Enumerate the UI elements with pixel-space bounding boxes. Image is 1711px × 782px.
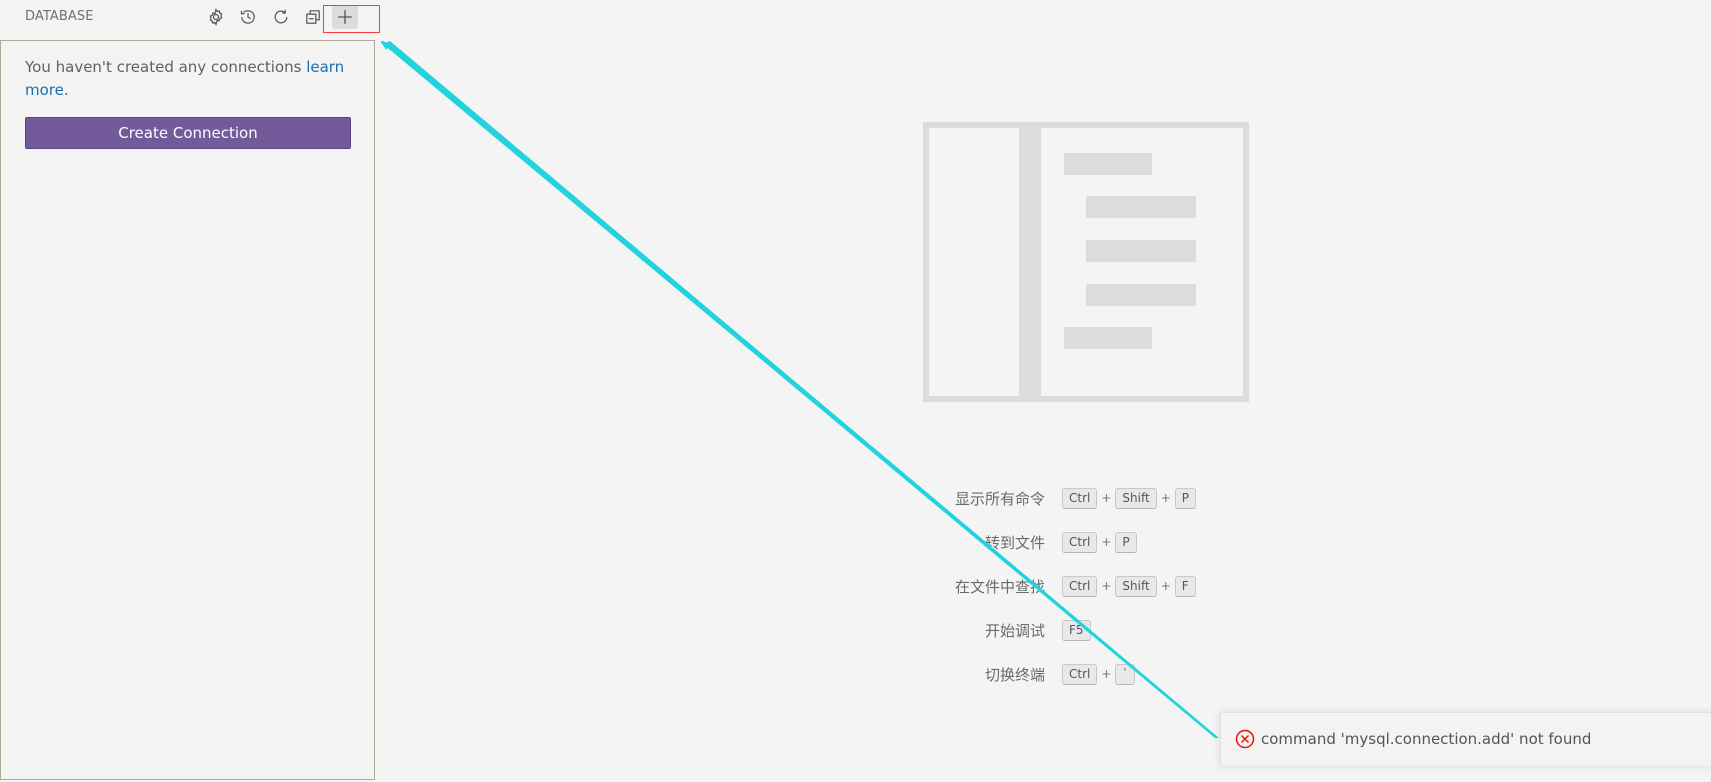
sidebar-header: DATABASE — [0, 0, 380, 36]
collapse-all-icon — [306, 10, 320, 24]
key-cap: Shift — [1115, 575, 1157, 597]
key-cap: F5 — [1062, 619, 1091, 641]
collapse-all-button[interactable] — [300, 5, 326, 29]
shortcut-row[interactable]: 显示所有命令 Ctrl + Shift + P — [850, 476, 1350, 520]
key-cap: Ctrl — [1062, 531, 1098, 553]
shortcut-label: 显示所有命令 — [954, 489, 1045, 508]
key-cap: P — [1174, 487, 1197, 509]
key-cap: P — [1115, 531, 1137, 553]
key-separator: + — [1101, 579, 1112, 593]
refresh-icon — [274, 9, 288, 24]
shortcut-label: 在文件中查找 — [954, 577, 1045, 596]
shortcut-keys: Ctrl + Shift + P — [1062, 487, 1197, 509]
plus-icon — [338, 10, 352, 24]
editor-watermark-icon — [923, 122, 1249, 402]
add-connection-button[interactable] — [332, 5, 358, 29]
error-notification[interactable]: command 'mysql.connection.add' not found — [1220, 712, 1711, 766]
key-separator: + — [1101, 535, 1112, 549]
shortcut-keys: Ctrl + ` — [1062, 663, 1136, 685]
shortcut-keys: Ctrl + Shift + F — [1062, 575, 1196, 597]
settings-button[interactable] — [203, 5, 229, 29]
key-separator: + — [1101, 491, 1112, 505]
key-cap: Shift — [1115, 487, 1157, 509]
refresh-button[interactable] — [268, 5, 294, 29]
key-separator: + — [1160, 579, 1171, 593]
shortcut-row[interactable]: 在文件中查找 Ctrl + Shift + F — [850, 564, 1350, 608]
key-cap: Ctrl — [1062, 663, 1098, 685]
welcome-text: You haven't created any connections — [25, 58, 307, 76]
shortcut-label: 转到文件 — [984, 533, 1045, 552]
sidebar-title: DATABASE — [25, 9, 94, 24]
key-cap: Ctrl — [1062, 487, 1098, 509]
notification-message: command 'mysql.connection.add' not found — [1261, 730, 1592, 748]
key-cap: Ctrl — [1062, 575, 1098, 597]
history-button[interactable] — [235, 5, 261, 29]
key-separator: + — [1101, 667, 1112, 681]
create-connection-button[interactable]: Create Connection — [25, 117, 351, 149]
sidebar-panel: You haven't created any connections lear… — [0, 40, 375, 780]
shortcut-keys: F5 — [1062, 619, 1091, 641]
shortcut-row[interactable]: 切换终端 Ctrl + ` — [850, 652, 1350, 696]
key-cap: F — [1174, 575, 1196, 597]
vscode-window: DATABASE You haven't created any connect… — [0, 0, 1711, 782]
shortcut-label: 切换终端 — [984, 665, 1045, 684]
shortcut-list: 显示所有命令 Ctrl + Shift + P 转到文件 Ctrl + P 在文… — [850, 476, 1350, 696]
shortcut-label: 开始调试 — [984, 621, 1045, 640]
key-cap: ` — [1115, 663, 1136, 685]
key-separator: + — [1160, 491, 1171, 505]
welcome-message: You haven't created any connections lear… — [25, 56, 355, 102]
history-icon — [240, 10, 255, 24]
gear-icon — [209, 8, 223, 26]
error-icon — [1235, 729, 1255, 749]
shortcut-row[interactable]: 转到文件 Ctrl + P — [850, 520, 1350, 564]
welcome-period: . — [63, 81, 69, 99]
shortcut-keys: Ctrl + P — [1062, 531, 1137, 553]
shortcut-row[interactable]: 开始调试 F5 — [850, 608, 1350, 652]
